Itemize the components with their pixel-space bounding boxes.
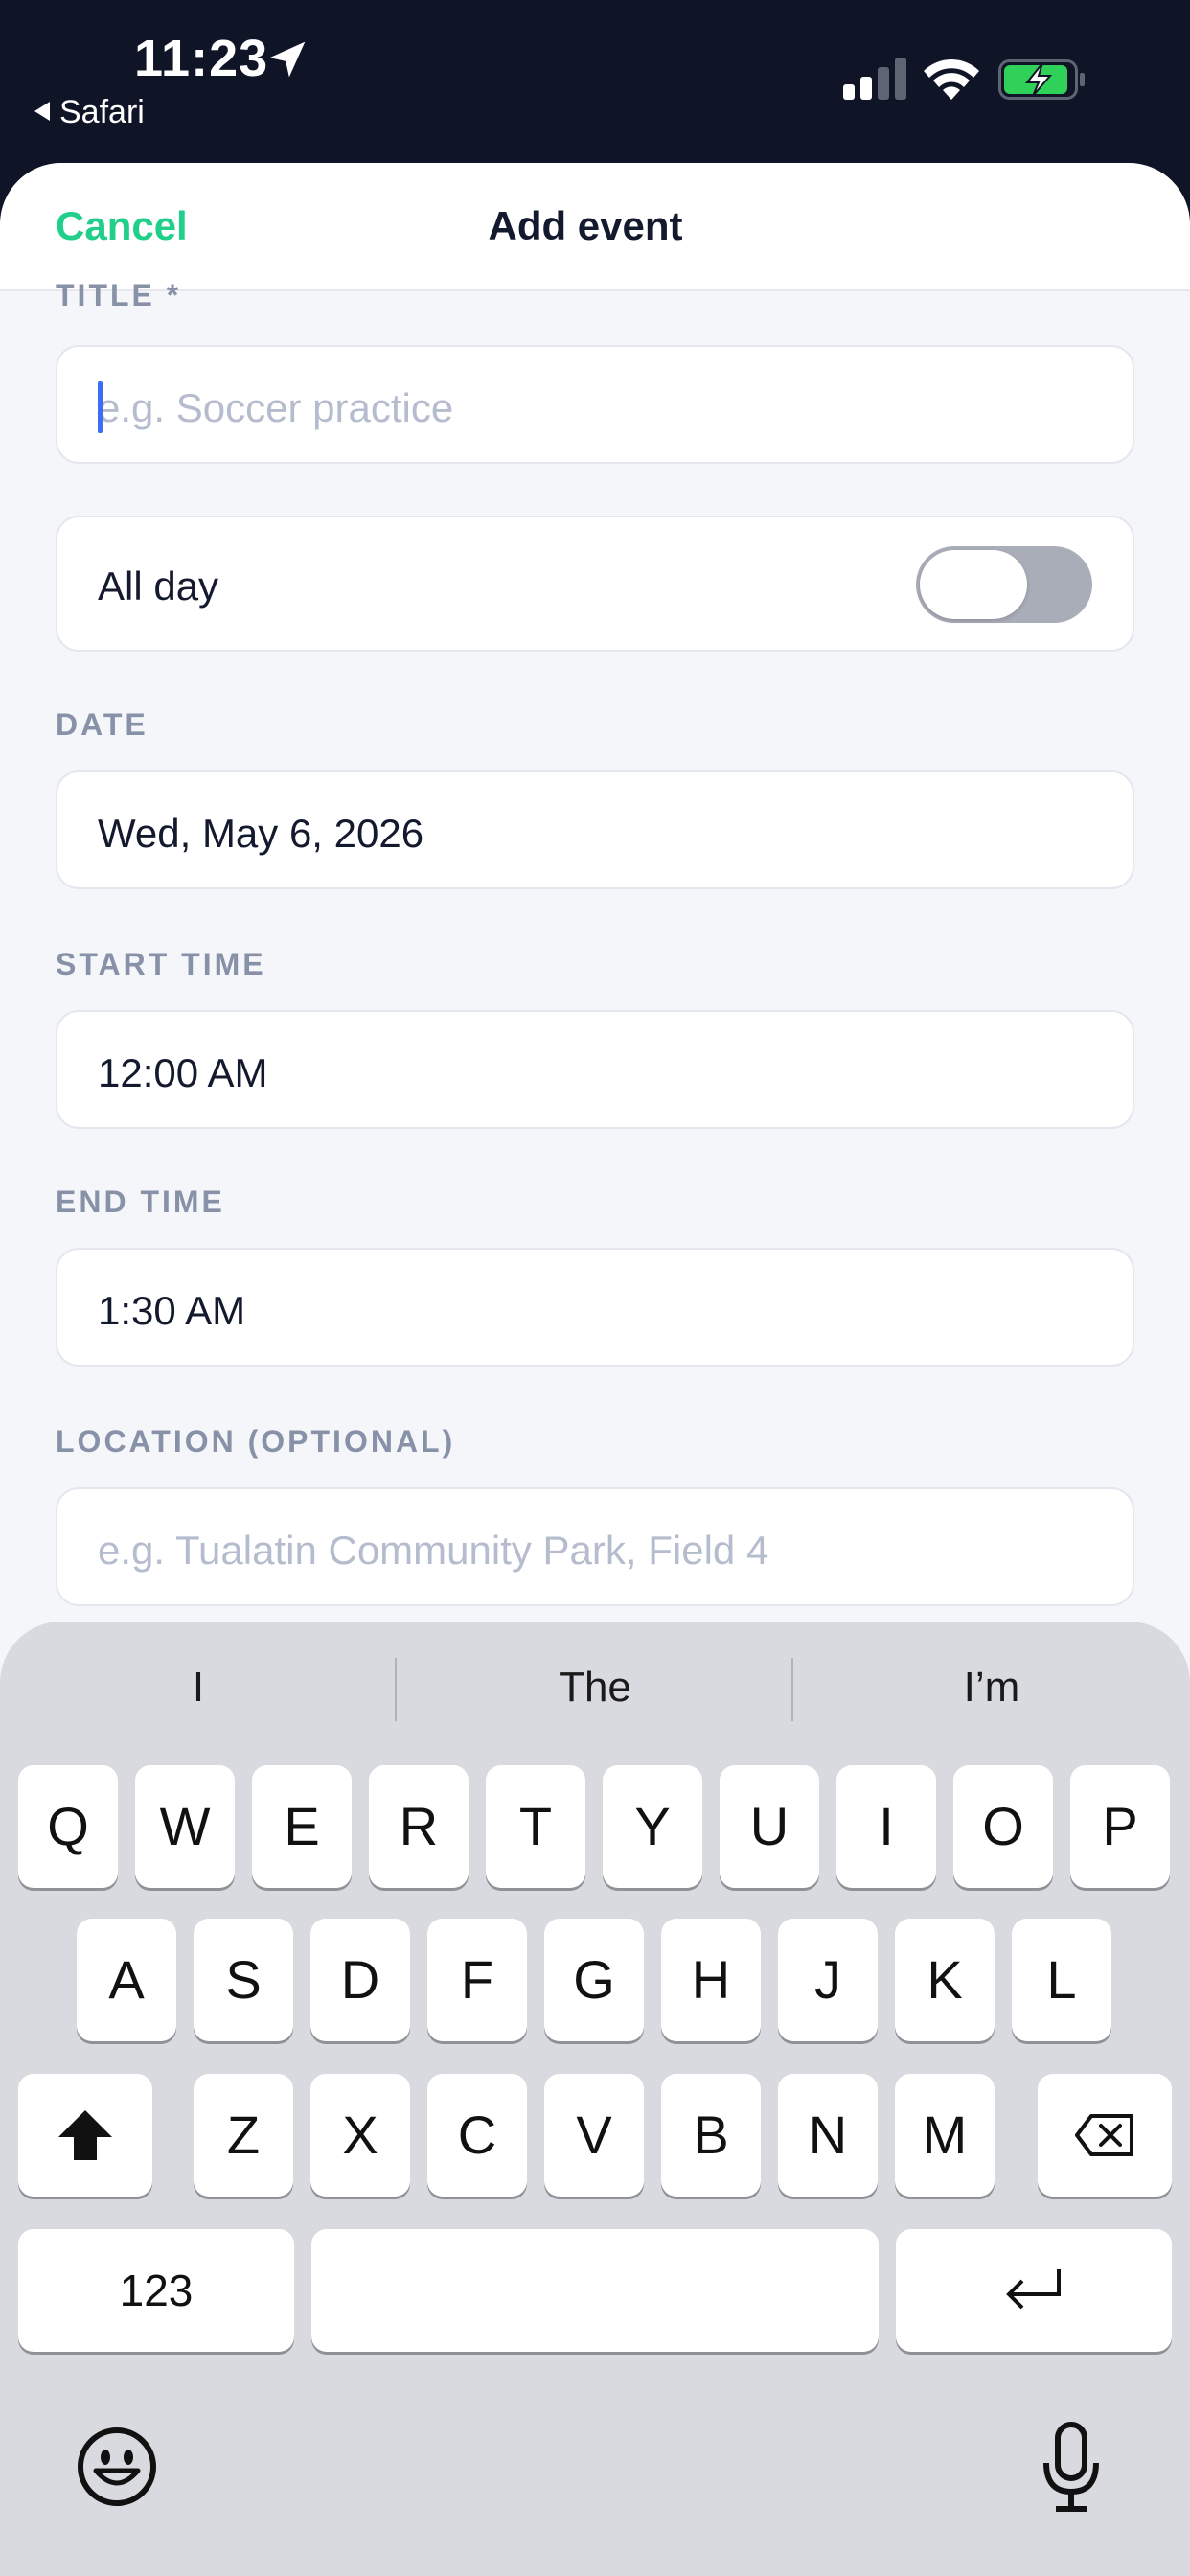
wifi-icon [924, 58, 979, 100]
key-f[interactable]: F [427, 1919, 527, 2041]
key-y[interactable]: Y [603, 1765, 702, 1888]
end-time-field[interactable]: 1:30 AM [56, 1248, 1134, 1367]
key-q[interactable]: Q [18, 1765, 118, 1888]
key-v[interactable]: V [544, 2074, 644, 2196]
nav-overlay [0, 163, 1190, 291]
location-placeholder: e.g. Tualatin Community Park, Field 4 [98, 1528, 769, 1573]
key-j[interactable]: J [778, 1919, 878, 2041]
all-day-label: All day [98, 564, 219, 609]
cellular-signal-icon [843, 58, 906, 100]
key-l[interactable]: L [1012, 1919, 1111, 2041]
suggestion-2[interactable]: The [397, 1656, 793, 1719]
title-input[interactable]: e.g. Soccer practice [56, 345, 1134, 464]
key-h[interactable]: H [661, 1919, 761, 2041]
return-arrow-icon [1006, 2269, 1061, 2310]
key-e[interactable]: E [252, 1765, 352, 1888]
key-o[interactable]: O [953, 1765, 1053, 1888]
date-field[interactable]: Wed, May 6, 2026 [56, 770, 1134, 889]
suggestion-3[interactable]: I’m [793, 1656, 1190, 1719]
status-bar: 11:23 Safari [0, 0, 1190, 163]
microphone-icon[interactable] [1041, 2421, 1102, 2513]
key-m[interactable]: M [895, 2074, 995, 2196]
back-to-app-link[interactable]: Safari [34, 94, 145, 131]
text-caret [98, 381, 103, 433]
shift-arrow-icon [58, 2110, 112, 2160]
suggestion-1[interactable]: I [0, 1656, 397, 1719]
key-t[interactable]: T [486, 1765, 585, 1888]
key-k[interactable]: K [895, 1919, 995, 2041]
key-z[interactable]: Z [194, 2074, 293, 2196]
status-time: 11:23 [134, 30, 269, 87]
date-label: DATE [56, 707, 149, 742]
keyboard: I The I’m Q W E R T Y U I O P A S D F G … [0, 1622, 1190, 2576]
key-g[interactable]: G [544, 1919, 644, 2041]
location-input[interactable]: e.g. Tualatin Community Park, Field 4 [56, 1487, 1134, 1606]
back-triangle-icon [34, 102, 50, 121]
date-value: Wed, May 6, 2026 [98, 811, 424, 856]
key-p[interactable]: P [1070, 1765, 1170, 1888]
key-a[interactable]: A [77, 1919, 176, 2041]
key-n[interactable]: N [778, 2074, 878, 2196]
key-d[interactable]: D [310, 1919, 410, 2041]
key-b[interactable]: B [661, 2074, 761, 2196]
title-placeholder: e.g. Soccer practice [98, 385, 454, 430]
return-key[interactable] [896, 2229, 1172, 2352]
end-time-value: 1:30 AM [98, 1288, 246, 1333]
all-day-toggle[interactable] [916, 546, 1092, 623]
key-c[interactable]: C [427, 2074, 527, 2196]
shift-key[interactable] [18, 2074, 152, 2196]
toggle-knob [920, 550, 1027, 619]
back-app-label: Safari [59, 94, 145, 130]
battery-charging-icon [998, 59, 1085, 100]
key-s[interactable]: S [194, 1919, 293, 2041]
location-arrow-icon [269, 41, 306, 78]
key-x[interactable]: X [310, 2074, 410, 2196]
all-day-row: All day [56, 516, 1134, 652]
end-time-label: END TIME [56, 1184, 225, 1219]
start-time-field[interactable]: 12:00 AM [56, 1010, 1134, 1129]
numbers-key[interactable]: 123 [18, 2229, 294, 2352]
space-key[interactable] [311, 2229, 879, 2352]
start-time-label: START TIME [56, 947, 266, 981]
key-r[interactable]: R [369, 1765, 469, 1888]
key-u[interactable]: U [720, 1765, 819, 1888]
delete-key[interactable] [1038, 2074, 1172, 2196]
backspace-icon [1075, 2114, 1133, 2156]
key-i[interactable]: I [836, 1765, 936, 1888]
key-w[interactable]: W [135, 1765, 235, 1888]
location-label: LOCATION (OPTIONAL) [56, 1424, 456, 1459]
start-time-value: 12:00 AM [98, 1050, 268, 1095]
emoji-icon[interactable] [77, 2426, 157, 2507]
